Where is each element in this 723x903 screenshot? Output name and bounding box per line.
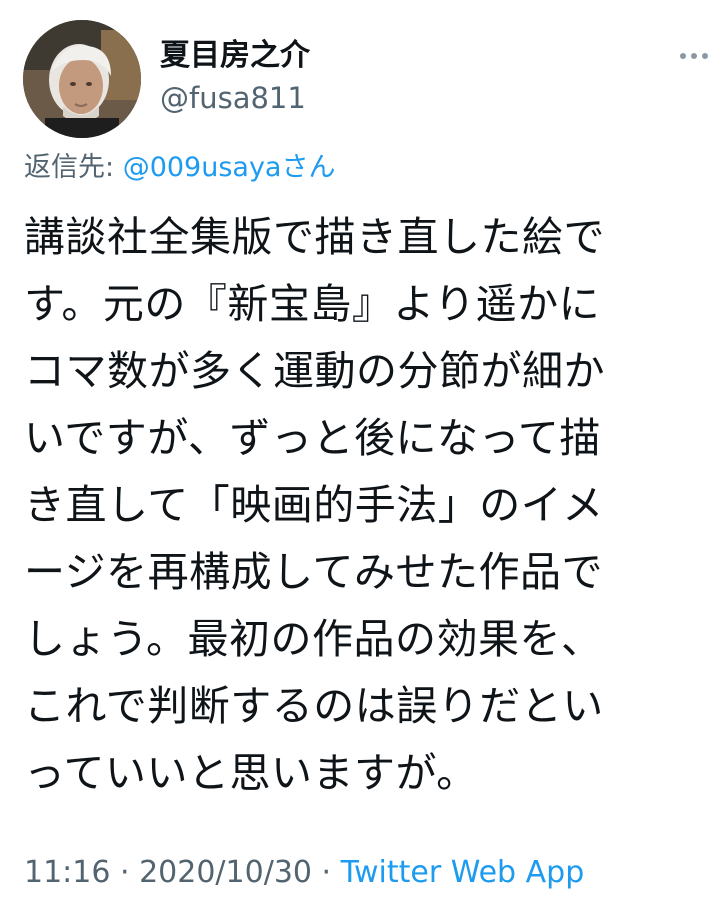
- meta-separator: ·: [312, 855, 341, 890]
- tweet-text-line: 講談社全集版で描き直した絵で: [24, 213, 605, 261]
- tweet-text-line: ージを再構成してみせた作品で: [24, 548, 603, 596]
- meta-separator: ·: [110, 855, 140, 890]
- tweet-date[interactable]: 2020/10/30: [139, 855, 312, 890]
- tweet-metadata: 11:16 · 2020/10/30 · Twitter Web App: [24, 855, 584, 891]
- author-display-name[interactable]: 夏目房之介: [160, 38, 310, 74]
- author-handle[interactable]: @fusa811: [160, 80, 306, 116]
- avatar-photo: [23, 20, 141, 138]
- tweet-source-link[interactable]: Twitter Web App: [341, 855, 585, 890]
- tweet-text-line: いですが、ずっと後になって描: [24, 414, 601, 462]
- more-dot: [702, 53, 708, 59]
- tweet-text-line: しょう。最初の作品の効果を、: [24, 615, 603, 663]
- tweet-text-line: す。元の『新宝島』より遥かに: [24, 280, 601, 328]
- tweet-time[interactable]: 11:16: [24, 855, 110, 890]
- more-dot: [691, 53, 697, 59]
- tweet-text-line: っていいと思いますが。: [24, 749, 478, 797]
- tweet-detail: 夏目房之介 @fusa811 返信先: @009usayaさん 講談社全集版で描…: [0, 0, 723, 903]
- more-icon[interactable]: [676, 44, 712, 68]
- avatar[interactable]: [23, 20, 141, 138]
- tweet-text: 講談社全集版で描き直した絵で す。元の『新宝島』より遥かに コマ数が多く運動の分…: [24, 204, 704, 807]
- reply-context: 返信先: @009usayaさん: [24, 150, 335, 186]
- more-dot: [680, 53, 686, 59]
- reply-mention-link[interactable]: @009usayaさん: [123, 152, 336, 183]
- tweet-text-line: コマ数が多く運動の分節が細か: [24, 347, 605, 395]
- tweet-text-line: き直して「映画的手法」のイメ: [24, 481, 604, 529]
- reply-label: 返信先:: [24, 152, 123, 183]
- tweet-text-line: これで判断するのは誤りだとい: [24, 682, 604, 730]
